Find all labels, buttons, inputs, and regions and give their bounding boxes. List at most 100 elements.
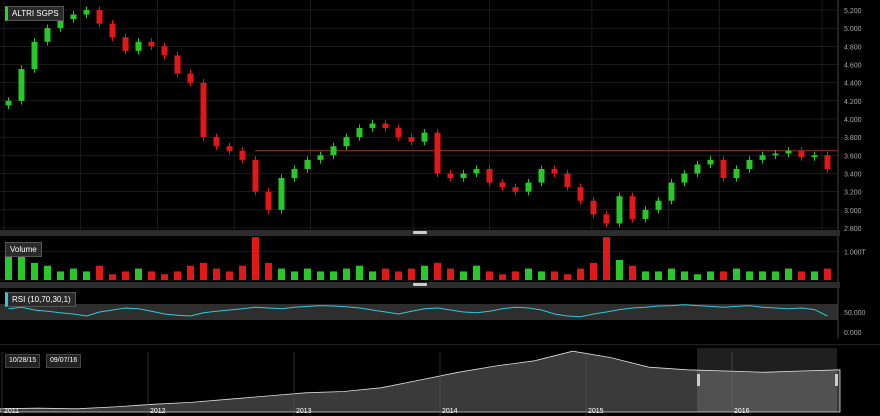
candle-body xyxy=(31,41,38,70)
candle-body xyxy=(5,100,12,106)
y-tick-label: 3.000 xyxy=(844,208,862,215)
y-tick-label: 3.600 xyxy=(844,153,862,160)
candle-body xyxy=(18,69,25,101)
volume-bar xyxy=(759,271,766,280)
range-handle-right[interactable] xyxy=(835,374,838,386)
candle-body xyxy=(486,168,493,183)
volume-bar xyxy=(772,271,779,280)
candle-body xyxy=(616,196,623,224)
y-tick-label: 5.200 xyxy=(844,8,862,15)
rsi-chart[interactable]: 50.000 0.000 xyxy=(0,288,880,338)
volume-bar xyxy=(44,265,51,280)
candle-body xyxy=(239,150,246,160)
volume-label: Volume xyxy=(5,242,42,257)
candle-body xyxy=(83,10,90,15)
splitter-grip[interactable] xyxy=(413,283,427,286)
volume-bar xyxy=(31,262,38,280)
candle-body xyxy=(772,153,779,156)
navigator-panel[interactable]: 2011 2012 2013 2014 2015 2016 10/28/15 09/07/… xyxy=(0,344,880,416)
volume-bar xyxy=(668,268,675,280)
candle-body xyxy=(174,55,181,74)
candle-body xyxy=(122,37,129,51)
candle-body xyxy=(525,182,532,192)
candle-body xyxy=(187,73,194,83)
range-start-date[interactable]: 10/28/15 xyxy=(5,354,41,368)
rsi-label: RSI (10,70,30,1) xyxy=(5,292,76,307)
price-panel[interactable]: 5.200 5.000 4.800 4.600 4.400 4.200 4.000 3.800… xyxy=(0,0,880,232)
volume-bar xyxy=(161,274,168,280)
candle-body xyxy=(291,168,298,179)
range-handle-left[interactable] xyxy=(697,374,700,386)
candle-body xyxy=(785,150,792,154)
volume-bar xyxy=(343,268,350,280)
splitter-grip[interactable] xyxy=(413,231,427,234)
candle-body xyxy=(200,82,207,138)
volume-bar xyxy=(590,262,597,280)
year-tick-label: 2012 xyxy=(150,408,166,415)
candle-body xyxy=(473,168,480,174)
volume-bar xyxy=(356,265,363,280)
candle-body xyxy=(538,168,545,183)
candle-body xyxy=(551,168,558,174)
volume-bar xyxy=(382,268,389,280)
candle-body xyxy=(252,159,259,192)
volume-bar xyxy=(278,268,285,280)
volume-bar xyxy=(512,271,519,280)
y-tick-label: 4.400 xyxy=(844,81,862,88)
volume-bar xyxy=(252,237,259,280)
candle-body xyxy=(720,159,727,179)
volume-bar xyxy=(447,268,454,280)
volume-bar xyxy=(304,268,311,280)
candle-body xyxy=(395,128,402,138)
volume-bar xyxy=(200,262,207,280)
candle-body xyxy=(798,150,805,158)
volume-bar xyxy=(824,268,831,280)
candle-body xyxy=(434,132,441,174)
volume-chart[interactable]: 1.000T xyxy=(0,236,880,282)
candle-body xyxy=(213,137,220,147)
y-tick-label: 4.200 xyxy=(844,99,862,106)
candle-body xyxy=(317,155,324,160)
volume-bar xyxy=(616,260,623,280)
y-tick-label: 3.800 xyxy=(844,135,862,142)
volume-bar xyxy=(785,268,792,280)
rsi-panel[interactable]: 50.000 0.000 RSI (10,70,30,1) xyxy=(0,288,880,338)
volume-bar xyxy=(746,271,753,280)
candle-body xyxy=(109,23,116,38)
candle-body xyxy=(746,159,753,169)
candle-body xyxy=(499,182,506,188)
candle-body xyxy=(330,146,337,156)
year-tick-label: 2013 xyxy=(296,408,312,415)
candle-body xyxy=(447,173,454,179)
volume-bar xyxy=(395,271,402,280)
candle-body xyxy=(148,41,155,47)
volume-bar xyxy=(135,268,142,280)
year-tick-label: 2015 xyxy=(588,408,604,415)
candle-body xyxy=(278,178,285,210)
volume-panel[interactable]: 1.000T Volume xyxy=(0,236,880,282)
range-end-date[interactable]: 09/07/16 xyxy=(46,354,82,368)
volume-bar xyxy=(486,271,493,280)
y-tick-label: 4.000 xyxy=(844,117,862,124)
volume-bar xyxy=(291,271,298,280)
range-selection xyxy=(697,348,837,412)
candle-body xyxy=(642,209,649,219)
navigator-chart[interactable]: 2011 2012 2013 2014 2015 2016 xyxy=(0,344,880,416)
candle-body xyxy=(421,132,428,142)
volume-bar xyxy=(5,254,12,280)
volume-bar xyxy=(96,265,103,280)
volume-bar xyxy=(655,271,662,280)
candle-body xyxy=(733,168,740,179)
volume-bar xyxy=(525,268,532,280)
volume-bar xyxy=(70,268,77,280)
volume-bar xyxy=(629,265,636,280)
volume-bar xyxy=(174,271,181,280)
volume-bar xyxy=(681,271,688,280)
volume-bar xyxy=(577,268,584,280)
candle-body xyxy=(161,46,168,56)
candle-body xyxy=(668,182,675,201)
volume-bar xyxy=(317,271,324,280)
volume-bar xyxy=(369,271,376,280)
candle-body xyxy=(655,200,662,210)
price-chart[interactable]: 5.200 5.000 4.800 4.600 4.400 4.200 4.000 3.800… xyxy=(0,0,880,232)
